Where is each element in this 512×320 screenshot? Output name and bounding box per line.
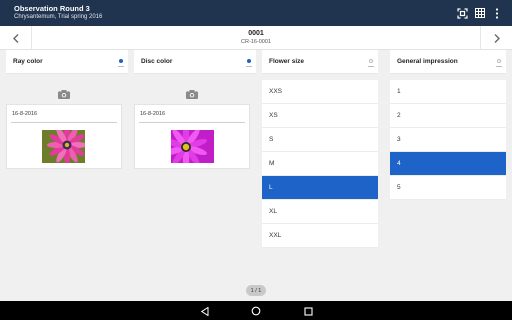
column-header-disc-color: Disc color xyxy=(134,50,256,74)
camera-icon[interactable] xyxy=(186,86,198,99)
status-dot xyxy=(247,59,251,63)
status-underline xyxy=(246,66,252,67)
column-label: Disc color xyxy=(141,58,173,65)
option-general-impression[interactable]: 1 xyxy=(390,80,506,104)
status-underline xyxy=(368,66,374,67)
column-header-general-impression: General impression xyxy=(390,50,506,74)
column-header-flower-size: Flower size xyxy=(262,50,378,74)
system-nav-bar xyxy=(0,301,512,320)
status-dot xyxy=(369,59,373,63)
option-general-impression-selected[interactable]: 4 xyxy=(390,152,506,176)
flower-photo-ray xyxy=(42,130,85,163)
flower-photo-disc xyxy=(171,130,214,163)
option-general-impression[interactable]: 3 xyxy=(390,128,506,152)
more-vert-icon[interactable] xyxy=(490,6,504,20)
page-indicator: 1 / 1 xyxy=(246,285,266,296)
status-underline xyxy=(118,66,124,67)
column-general-impression: General impression xyxy=(390,50,506,74)
option-flower-size[interactable]: XXL xyxy=(262,224,378,248)
grid-icon[interactable] xyxy=(473,6,487,20)
option-general-impression[interactable]: 2 xyxy=(390,104,506,128)
camera-icon[interactable] xyxy=(58,86,70,99)
column-disc-color: Disc color xyxy=(134,50,256,74)
photo-date: 16-8-2016 xyxy=(140,111,166,117)
photo-card-disc-color[interactable]: 16-8-2016 xyxy=(134,104,250,169)
option-flower-size[interactable]: XXS xyxy=(262,80,378,104)
app-title: Observation Round 3 xyxy=(14,4,90,13)
divider xyxy=(11,122,117,123)
photo-card-ray-color[interactable]: 16-8-2016 xyxy=(6,104,122,169)
column-flower-size: Flower size xyxy=(262,50,378,74)
chevron-right-icon[interactable] xyxy=(480,26,512,50)
option-flower-size[interactable]: XL xyxy=(262,200,378,224)
back-icon[interactable] xyxy=(198,304,212,318)
recents-icon[interactable] xyxy=(301,304,315,318)
status-dot xyxy=(497,59,501,63)
record-code: CR-16-0001 xyxy=(241,39,271,45)
record-number: 0001 xyxy=(248,30,264,37)
option-flower-size[interactable]: XS xyxy=(262,104,378,128)
app-bar: Observation Round 3 Chrysantemum, Trial … xyxy=(0,0,512,26)
status-dot xyxy=(119,59,123,63)
option-flower-size[interactable]: S xyxy=(262,128,378,152)
record-navigator: 0001 CR-16-0001 xyxy=(0,26,512,50)
option-general-impression[interactable]: 5 xyxy=(390,176,506,200)
column-label: Flower size xyxy=(269,58,305,65)
divider xyxy=(139,122,245,123)
column-ray-color: Ray color xyxy=(6,50,128,74)
home-icon[interactable] xyxy=(249,304,263,318)
option-flower-size[interactable]: M xyxy=(262,152,378,176)
option-flower-size-selected[interactable]: L xyxy=(262,176,378,200)
status-underline xyxy=(496,66,502,67)
column-label: Ray color xyxy=(13,58,43,65)
photo-date: 16-8-2016 xyxy=(12,111,38,117)
app-subtitle: Chrysantemum, Trial spring 2016 xyxy=(14,14,103,20)
column-header-ray-color: Ray color xyxy=(6,50,128,74)
scan-icon[interactable] xyxy=(455,6,469,20)
column-label: General impression xyxy=(397,58,458,65)
